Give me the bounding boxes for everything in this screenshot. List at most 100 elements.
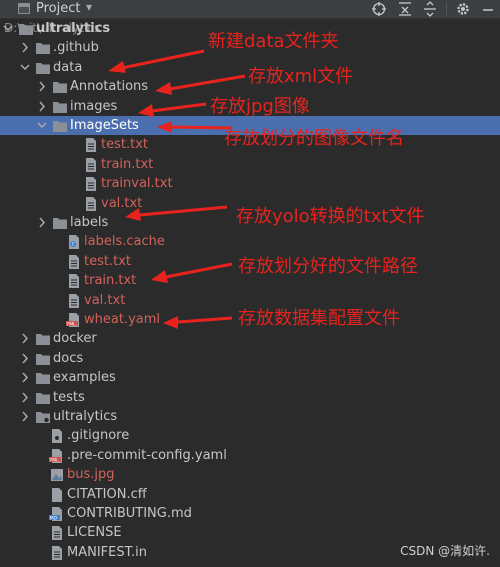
collapse-arrow-icon[interactable] (19, 38, 31, 57)
folder-icon (18, 22, 34, 36)
gear-icon[interactable] (455, 1, 471, 17)
collapse-all-icon[interactable] (397, 1, 413, 17)
tree-item-label: labels.cache (84, 234, 165, 250)
collapse-arrow-icon[interactable] (19, 368, 31, 387)
tree-item-label: data (53, 59, 83, 75)
collapse-arrow-icon[interactable] (19, 407, 31, 426)
tree-folder-docs[interactable]: docs (0, 349, 500, 368)
tree-file-contributing[interactable]: MD CONTRIBUTING.md (0, 504, 500, 523)
txt-file-icon (83, 138, 99, 153)
project-title[interactable]: Project (36, 1, 80, 16)
tree-item-label: test.txt (101, 137, 148, 153)
folder-icon (52, 100, 68, 114)
tree-item-label: train.txt (84, 273, 137, 289)
tree-file-license[interactable]: LICENSE (0, 523, 500, 542)
tree-file-imagesets-trainval[interactable]: trainval.txt (0, 174, 500, 193)
collapse-arrow-icon[interactable] (36, 213, 48, 232)
tree-item-label: bus.jpg (67, 467, 115, 483)
file-file-icon (49, 487, 65, 502)
svg-text:YML: YML (66, 321, 76, 327)
txt-file-icon (66, 254, 82, 269)
annotation-store-yolo-txt: 存放yolo转换的txt文件 (236, 206, 425, 227)
annotation-store-split-names: 存放划分的图像文件名 (224, 128, 404, 149)
collapse-arrow-icon[interactable] (36, 97, 48, 116)
tree-item-label: .github (53, 40, 99, 56)
tree-folder-tests[interactable]: tests (0, 388, 500, 407)
yml-file-icon: YML (49, 448, 65, 463)
annotation-new-data-folder: 新建data文件夹 (208, 31, 339, 52)
tree-item-label: ultralytics (53, 409, 118, 424)
tree-item-label: LICENSE (67, 525, 122, 541)
tree-folder-ultralytics-pkg[interactable]: ultralytics (0, 407, 500, 426)
csdn-watermark: CSDN @清如许. (400, 544, 490, 558)
annotation-store-dataset-config: 存放数据集配置文件 (238, 308, 400, 329)
folder-icon (52, 119, 68, 133)
minimize-icon[interactable] (480, 1, 496, 17)
md-file-icon: MD (49, 507, 65, 521)
tree-item-label: test.txt (84, 253, 131, 269)
tree-file-citation[interactable]: CITATION.cff (0, 485, 500, 504)
txt-file-icon (49, 545, 65, 560)
txt-file-icon (66, 274, 82, 289)
img-file-icon (49, 468, 65, 482)
tree-item-label: val.txt (101, 195, 143, 211)
folder-icon (35, 61, 51, 75)
annotation-store-jpg: 存放jpg图像 (210, 96, 310, 117)
folder-icon (35, 41, 51, 55)
svg-text:YML: YML (49, 457, 59, 463)
expand-arrow-icon[interactable] (36, 116, 48, 135)
tree-item-label: train.txt (101, 156, 154, 172)
toolbar-separator (446, 3, 447, 16)
tree-item-label: images (70, 98, 118, 114)
collapse-arrow-icon[interactable] (19, 388, 31, 407)
tree-item-label: .gitignore (67, 428, 130, 444)
expand-all-icon[interactable] (422, 1, 438, 17)
annotation-store-xml: 存放xml文件 (248, 66, 354, 87)
tree-file-labels-cache[interactable]: ? labels.cache (0, 232, 500, 251)
tree-item-label: examples (53, 370, 116, 386)
tree-item-label: MANIFEST.in (67, 544, 147, 560)
tree-item-label: CONTRIBUTING.md (67, 506, 192, 521)
tree-item-label: ultralytics (36, 21, 111, 36)
svg-text:?: ? (71, 242, 74, 248)
collapse-arrow-icon[interactable] (19, 329, 31, 348)
tree-folder-docker[interactable]: docker (0, 329, 500, 348)
tree-file-imagesets-train[interactable]: train.txt (0, 155, 500, 174)
txt-file-icon (83, 177, 99, 192)
tree-item-label: docker (53, 331, 97, 347)
tree-file-bus-jpg[interactable]: bus.jpg (0, 465, 500, 484)
collapse-arrow-icon[interactable] (36, 77, 48, 96)
tree-item-label: CITATION.cff (67, 486, 147, 502)
collapse-arrow-icon[interactable] (19, 349, 31, 368)
tree-item-label: .pre-commit-config.yaml (67, 447, 227, 463)
folder-icon (35, 410, 51, 424)
tree-item-label: ImageSets (70, 118, 139, 133)
git-file-icon (49, 429, 65, 444)
folder-icon (52, 80, 68, 94)
expand-arrow-icon[interactable] (2, 19, 14, 38)
folder-icon (35, 332, 51, 346)
tree-item-label: trainval.txt (101, 176, 173, 192)
tree-item-label: labels (70, 215, 109, 230)
txt-file-icon (83, 157, 99, 172)
tree-file-precommit[interactable]: YML .pre-commit-config.yaml (0, 446, 500, 465)
tree-item-label: Annotations (70, 79, 149, 95)
project-toolbar: Project ▾ (0, 0, 500, 19)
tree-item-label: val.txt (84, 292, 126, 308)
folder-icon (35, 391, 51, 405)
txt-file-icon (83, 196, 99, 211)
tree-folder-examples[interactable]: examples (0, 368, 500, 387)
annotation-store-split-paths: 存放划分好的文件路径 (238, 256, 418, 277)
yml-file-icon: YML (66, 313, 82, 327)
expand-arrow-icon[interactable] (19, 58, 31, 77)
tree-item-label: docs (53, 350, 84, 366)
crosshair-icon[interactable] (371, 1, 387, 17)
folder-icon (52, 216, 68, 230)
project-view-dropdown-icon[interactable]: ▾ (86, 0, 92, 14)
tree-item-label: wheat.yaml (84, 312, 161, 327)
txt-file-icon (49, 526, 65, 541)
cache-file-icon: ? (66, 235, 82, 250)
tree-file-gitignore[interactable]: .gitignore (0, 426, 500, 445)
project-window-icon (18, 3, 30, 14)
tree-item-label: tests (53, 389, 85, 405)
